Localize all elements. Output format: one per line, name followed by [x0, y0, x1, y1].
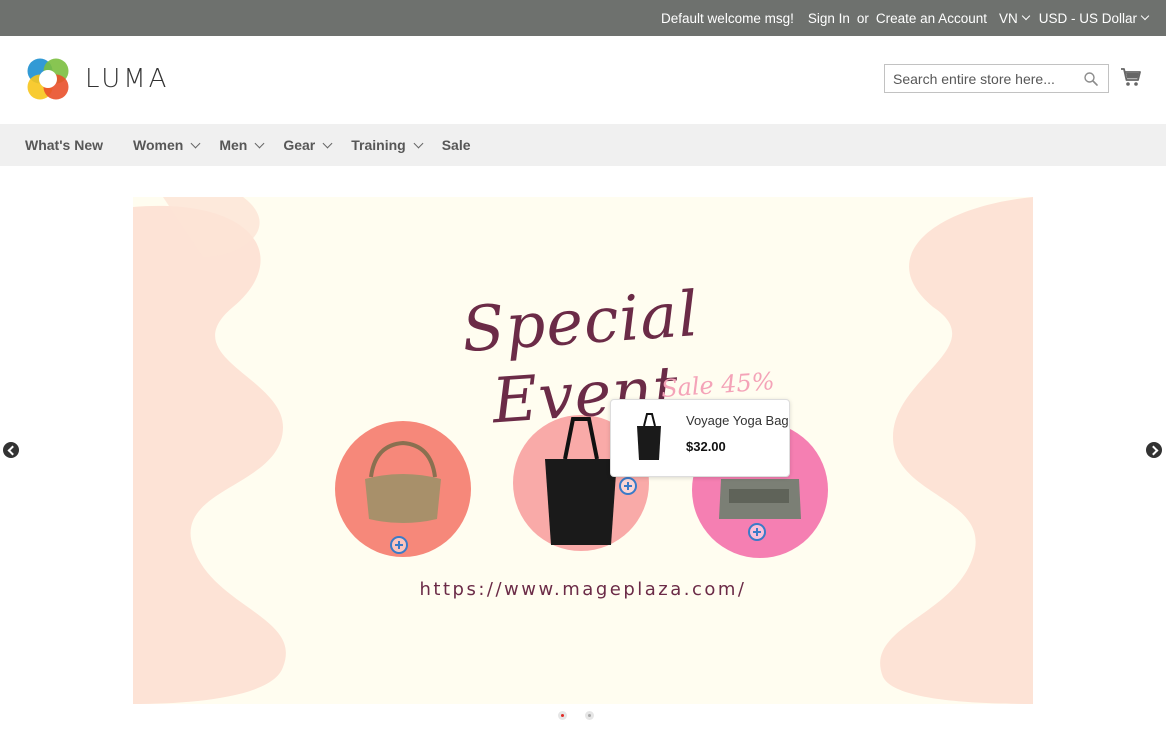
- nav-item-label: What's New: [25, 137, 104, 153]
- welcome-message: Default welcome msg!: [661, 10, 794, 26]
- nav-item-women[interactable]: Women: [133, 137, 201, 153]
- product-tooltip[interactable]: Voyage Yoga Bag $32.00: [610, 399, 790, 477]
- nav-item-training[interactable]: Training: [351, 137, 424, 153]
- nav-item-label: Gear: [283, 137, 316, 153]
- nav-item-whats-new[interactable]: What's New: [25, 137, 103, 153]
- search-input[interactable]: [885, 65, 1085, 92]
- product-hotspot-2[interactable]: [619, 477, 637, 495]
- slider-next-button[interactable]: [1146, 442, 1162, 458]
- chevron-down-icon: [190, 138, 201, 148]
- sign-in-link[interactable]: Sign In: [808, 11, 850, 26]
- cart-icon[interactable]: [1120, 66, 1142, 88]
- product-hotspot-3[interactable]: [748, 523, 766, 541]
- language-label: VN: [998, 10, 1018, 26]
- currency-switcher[interactable]: USD - US Dollar: [1038, 10, 1150, 26]
- nav-item-men[interactable]: Men: [219, 137, 265, 153]
- top-bar: Default welcome msg! Sign In or Create a…: [0, 0, 1166, 36]
- currency-label: USD - US Dollar: [1038, 10, 1137, 26]
- or-text: or: [856, 10, 869, 26]
- chevron-down-icon: [1140, 11, 1150, 21]
- nav-item-label: Women: [133, 137, 184, 153]
- logo-link[interactable]: LUMA: [25, 56, 175, 102]
- chevron-down-icon: [322, 138, 333, 148]
- search-box: [884, 64, 1109, 93]
- slider-dot-1[interactable]: [558, 711, 567, 720]
- slider-dot-2[interactable]: [585, 711, 594, 720]
- nav-item-label: Sale: [441, 137, 471, 153]
- chevron-down-icon: [413, 138, 424, 148]
- nav-item-label: Training: [351, 137, 406, 153]
- chevron-down-icon: [1021, 11, 1030, 21]
- create-account-link[interactable]: Create an Account: [876, 11, 987, 26]
- banner-slide: Special Event Sale 45% https://www.magep…: [133, 197, 1033, 704]
- slider-prev-button[interactable]: [3, 442, 19, 458]
- slider-dots: [558, 711, 608, 723]
- main-navigation: What's New Women Men Gear Training Sale: [0, 124, 1166, 166]
- banner-background-illustration: [133, 197, 1033, 704]
- product-thumbnail: [637, 413, 661, 460]
- header-links: Default welcome msg! Sign In or Create a…: [661, 0, 1150, 36]
- chevron-down-icon: [254, 138, 265, 148]
- nav-item-gear[interactable]: Gear: [283, 137, 333, 153]
- luma-logo-icon: [27, 58, 69, 100]
- banner-url: https://www.mageplaza.com/: [419, 579, 747, 600]
- search-icon[interactable]: [1083, 71, 1099, 87]
- nav-item-label: Men: [219, 137, 248, 153]
- product-name[interactable]: Voyage Yoga Bag: [686, 413, 789, 428]
- logo-text: LUMA: [85, 64, 170, 94]
- language-switcher[interactable]: VN: [998, 10, 1030, 26]
- nav-item-sale[interactable]: Sale: [442, 137, 471, 153]
- product-hotspot-1[interactable]: [390, 536, 408, 554]
- product-price: $32.00: [686, 439, 726, 454]
